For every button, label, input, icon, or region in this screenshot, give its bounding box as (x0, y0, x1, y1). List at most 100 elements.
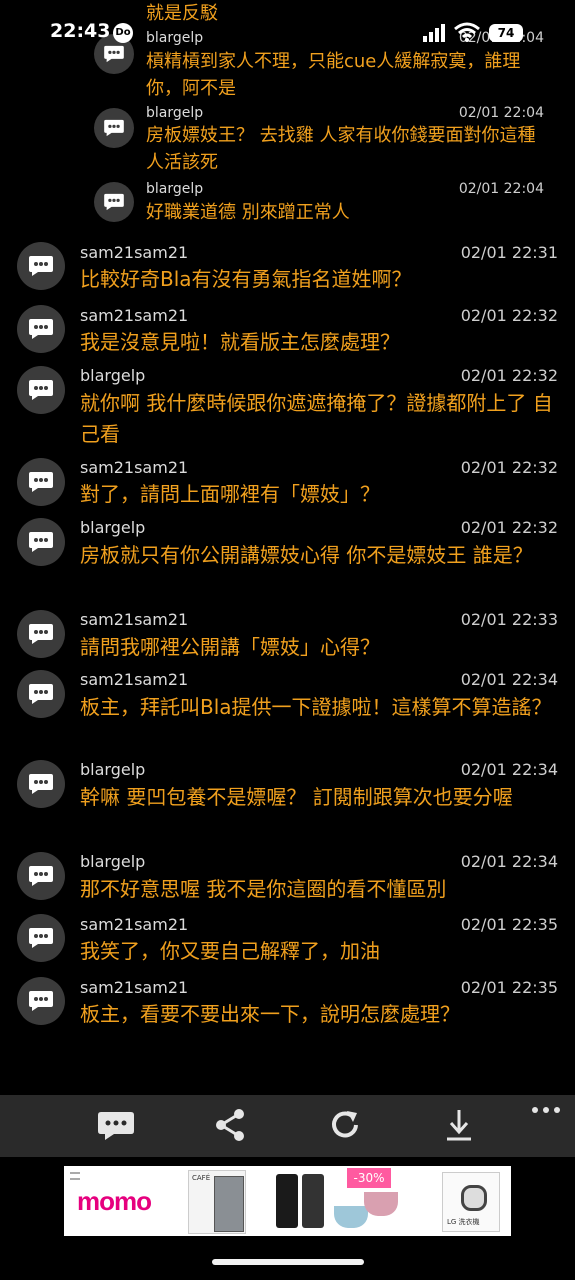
message-text: 板主，拜託叫Bla提供一下證據啦！這樣算不算造謠？ (80, 695, 552, 719)
username[interactable]: sam21sam21 (80, 306, 188, 325)
comment-icon (29, 866, 53, 886)
cup-image (334, 1206, 368, 1228)
username[interactable]: blargelp (80, 852, 145, 871)
comment-item: sam21sam21 02/01 22:35 我笑了，你又要自己解釋了，加油 (0, 914, 575, 969)
avatar (17, 458, 65, 506)
comment-item: sam21sam21 02/01 22:32 我是沒意見啦！就看版主怎麼處理？ (0, 305, 575, 360)
comment-icon (29, 684, 53, 704)
ad-banner[interactable]: momo CAFÉ -30% LG 洗衣機 (0, 1157, 575, 1245)
message-text: 請問我哪裡公開講「嫖妓」心得？ (80, 635, 380, 659)
username[interactable]: sam21sam21 (80, 610, 188, 629)
username[interactable]: blargelp (146, 105, 203, 121)
comment-item: sam21sam21 02/01 22:33 請問我哪裡公開講「嫖妓」心得？ (0, 610, 575, 665)
message-text: 就你啊 我什麼時候跟你遮遮掩掩了？證據都附上了 自己看 (80, 391, 553, 446)
timestamp: 02/01 22:32 (460, 518, 558, 537)
comment-icon (29, 991, 53, 1011)
signal-icon (423, 24, 445, 42)
timestamp: 02/01 22:32 (460, 458, 558, 477)
comment-icon (29, 319, 53, 339)
message-text: 那不好意思喔 我不是你這圈的看不懂區別 (80, 877, 447, 901)
comment-icon (29, 256, 53, 276)
comment-item: blargelp 02/01 22:34 幹嘛 要凹包養不是嫖喔？ 訂閱制跟算次… (0, 760, 575, 844)
comment-icon (29, 774, 53, 794)
message-text: 板主，看要不要出來一下，說明怎麼處理？ (80, 1002, 460, 1026)
phone-image (302, 1174, 324, 1228)
timestamp: 02/01 22:32 (460, 306, 558, 325)
timestamp: 02/01 22:32 (460, 366, 558, 385)
timestamp: 02/01 22:04 (458, 105, 544, 121)
app-notification-badge: Do (113, 23, 133, 43)
timestamp: 02/01 22:34 (460, 852, 558, 871)
timestamp: 02/01 22:35 (460, 915, 558, 934)
avatar (17, 242, 65, 290)
timestamp: 02/01 22:35 (460, 978, 558, 997)
username[interactable]: blargelp (80, 760, 145, 779)
phone-image (276, 1174, 298, 1228)
message-text: 我是沒意見啦！就看版主怎麼處理？ (80, 330, 400, 354)
comment-item: sam21sam21 02/01 22:35 板主，看要不要出來一下，說明怎麼處… (0, 977, 575, 1032)
avatar (17, 852, 65, 900)
comment-item: sam21sam21 02/01 22:32 對了，請問上面哪裡有「嫖妓」？ (0, 458, 575, 513)
avatar (17, 760, 65, 808)
home-indicator[interactable] (212, 1259, 364, 1265)
message-text: 我笑了，你又要自己解釋了，加油 (80, 939, 380, 963)
ad-brand-logo: momo (77, 1186, 152, 1216)
username[interactable]: sam21sam21 (80, 243, 188, 262)
refresh-icon[interactable] (325, 1107, 365, 1143)
status-bar: 22:43 Do 74 (0, 0, 575, 62)
username[interactable]: sam21sam21 (80, 978, 188, 997)
comment-icon (29, 532, 53, 552)
username[interactable]: sam21sam21 (80, 915, 188, 934)
username[interactable]: blargelp (80, 366, 145, 385)
comment-item: blargelp 02/01 22:32 房板就只有你公開講嫖妓心得 你不是嫖妓… (0, 518, 575, 602)
ad-product-image: LG 洗衣機 (442, 1172, 500, 1232)
message-text: 比較好奇Bla有沒有勇氣指名道姓啊？ (80, 267, 412, 291)
avatar (17, 366, 65, 414)
username[interactable]: blargelp (146, 181, 203, 197)
timestamp: 02/01 22:34 (460, 760, 558, 779)
washer-icon (461, 1185, 487, 1211)
share-icon[interactable] (211, 1107, 251, 1143)
message-text: 幹嘛 要凹包養不是嫖喔？ 訂閱制跟算次也要分喔 (80, 785, 513, 809)
comment-icon (29, 472, 53, 492)
avatar (17, 518, 65, 566)
avatar (17, 670, 65, 718)
status-time: 22:43 (50, 20, 111, 42)
comment-icon (104, 119, 124, 137)
timestamp: 02/01 22:31 (460, 243, 558, 262)
comment-list[interactable]: 就是反駁 blargelp 02/01 22:04 槓精槓到家人不理，只能cue… (0, 0, 575, 1095)
username[interactable]: sam21sam21 (80, 670, 188, 689)
avatar (94, 182, 134, 222)
wifi-icon (454, 22, 480, 42)
message-text: 房板就只有你公開講嫖妓心得 你不是嫖妓王 誰是？ (80, 543, 533, 567)
username[interactable]: sam21sam21 (80, 458, 188, 477)
comment-item: blargelp 02/01 22:34 那不好意思喔 我不是你這圈的看不懂區別 (0, 852, 575, 907)
discount-badge: -30% (347, 1168, 391, 1188)
ad-cafe-label: CAFÉ (192, 1174, 211, 1182)
comment-icon (29, 380, 53, 400)
comment-icon[interactable] (96, 1107, 136, 1143)
comment-icon (29, 624, 53, 644)
message-text: 好職業道德 別來蹭正常人 (146, 202, 350, 223)
comment-icon (29, 928, 53, 948)
nested-reply: blargelp 02/01 22:04 好職業道德 別來蹭正常人 (0, 180, 575, 236)
comment-item: sam21sam21 02/01 22:34 板主，拜託叫Bla提供一下證據啦！… (0, 670, 575, 754)
more-icon[interactable] (531, 1105, 561, 1115)
comment-item: blargelp 02/01 22:32 就你啊 我什麼時候跟你遮遮掩掩了？證據… (0, 366, 575, 450)
message-text: 房板嫖妓王？ 去找雞 人家有收你錢要面對你這種人活該死 (146, 125, 536, 173)
download-icon[interactable] (439, 1107, 479, 1143)
comment-item: sam21sam21 02/01 22:31 比較好奇Bla有沒有勇氣指名道姓啊… (0, 242, 575, 297)
username[interactable]: blargelp (80, 518, 145, 537)
ad-menu-icon[interactable] (70, 1172, 80, 1180)
timestamp: 02/01 22:04 (458, 181, 544, 197)
fridge-image (214, 1176, 244, 1232)
ad-lg-label: LG 洗衣機 (447, 1218, 480, 1226)
avatar (17, 914, 65, 962)
timestamp: 02/01 22:34 (460, 670, 558, 689)
battery-icon: 74 (489, 24, 523, 42)
bottom-toolbar (0, 1095, 575, 1157)
ad-content[interactable]: momo CAFÉ -30% LG 洗衣機 (64, 1166, 511, 1236)
avatar (17, 610, 65, 658)
comment-icon (104, 193, 124, 211)
nested-reply: blargelp 02/01 22:04 房板嫖妓王？ 去找雞 人家有收你錢要面… (0, 104, 575, 180)
